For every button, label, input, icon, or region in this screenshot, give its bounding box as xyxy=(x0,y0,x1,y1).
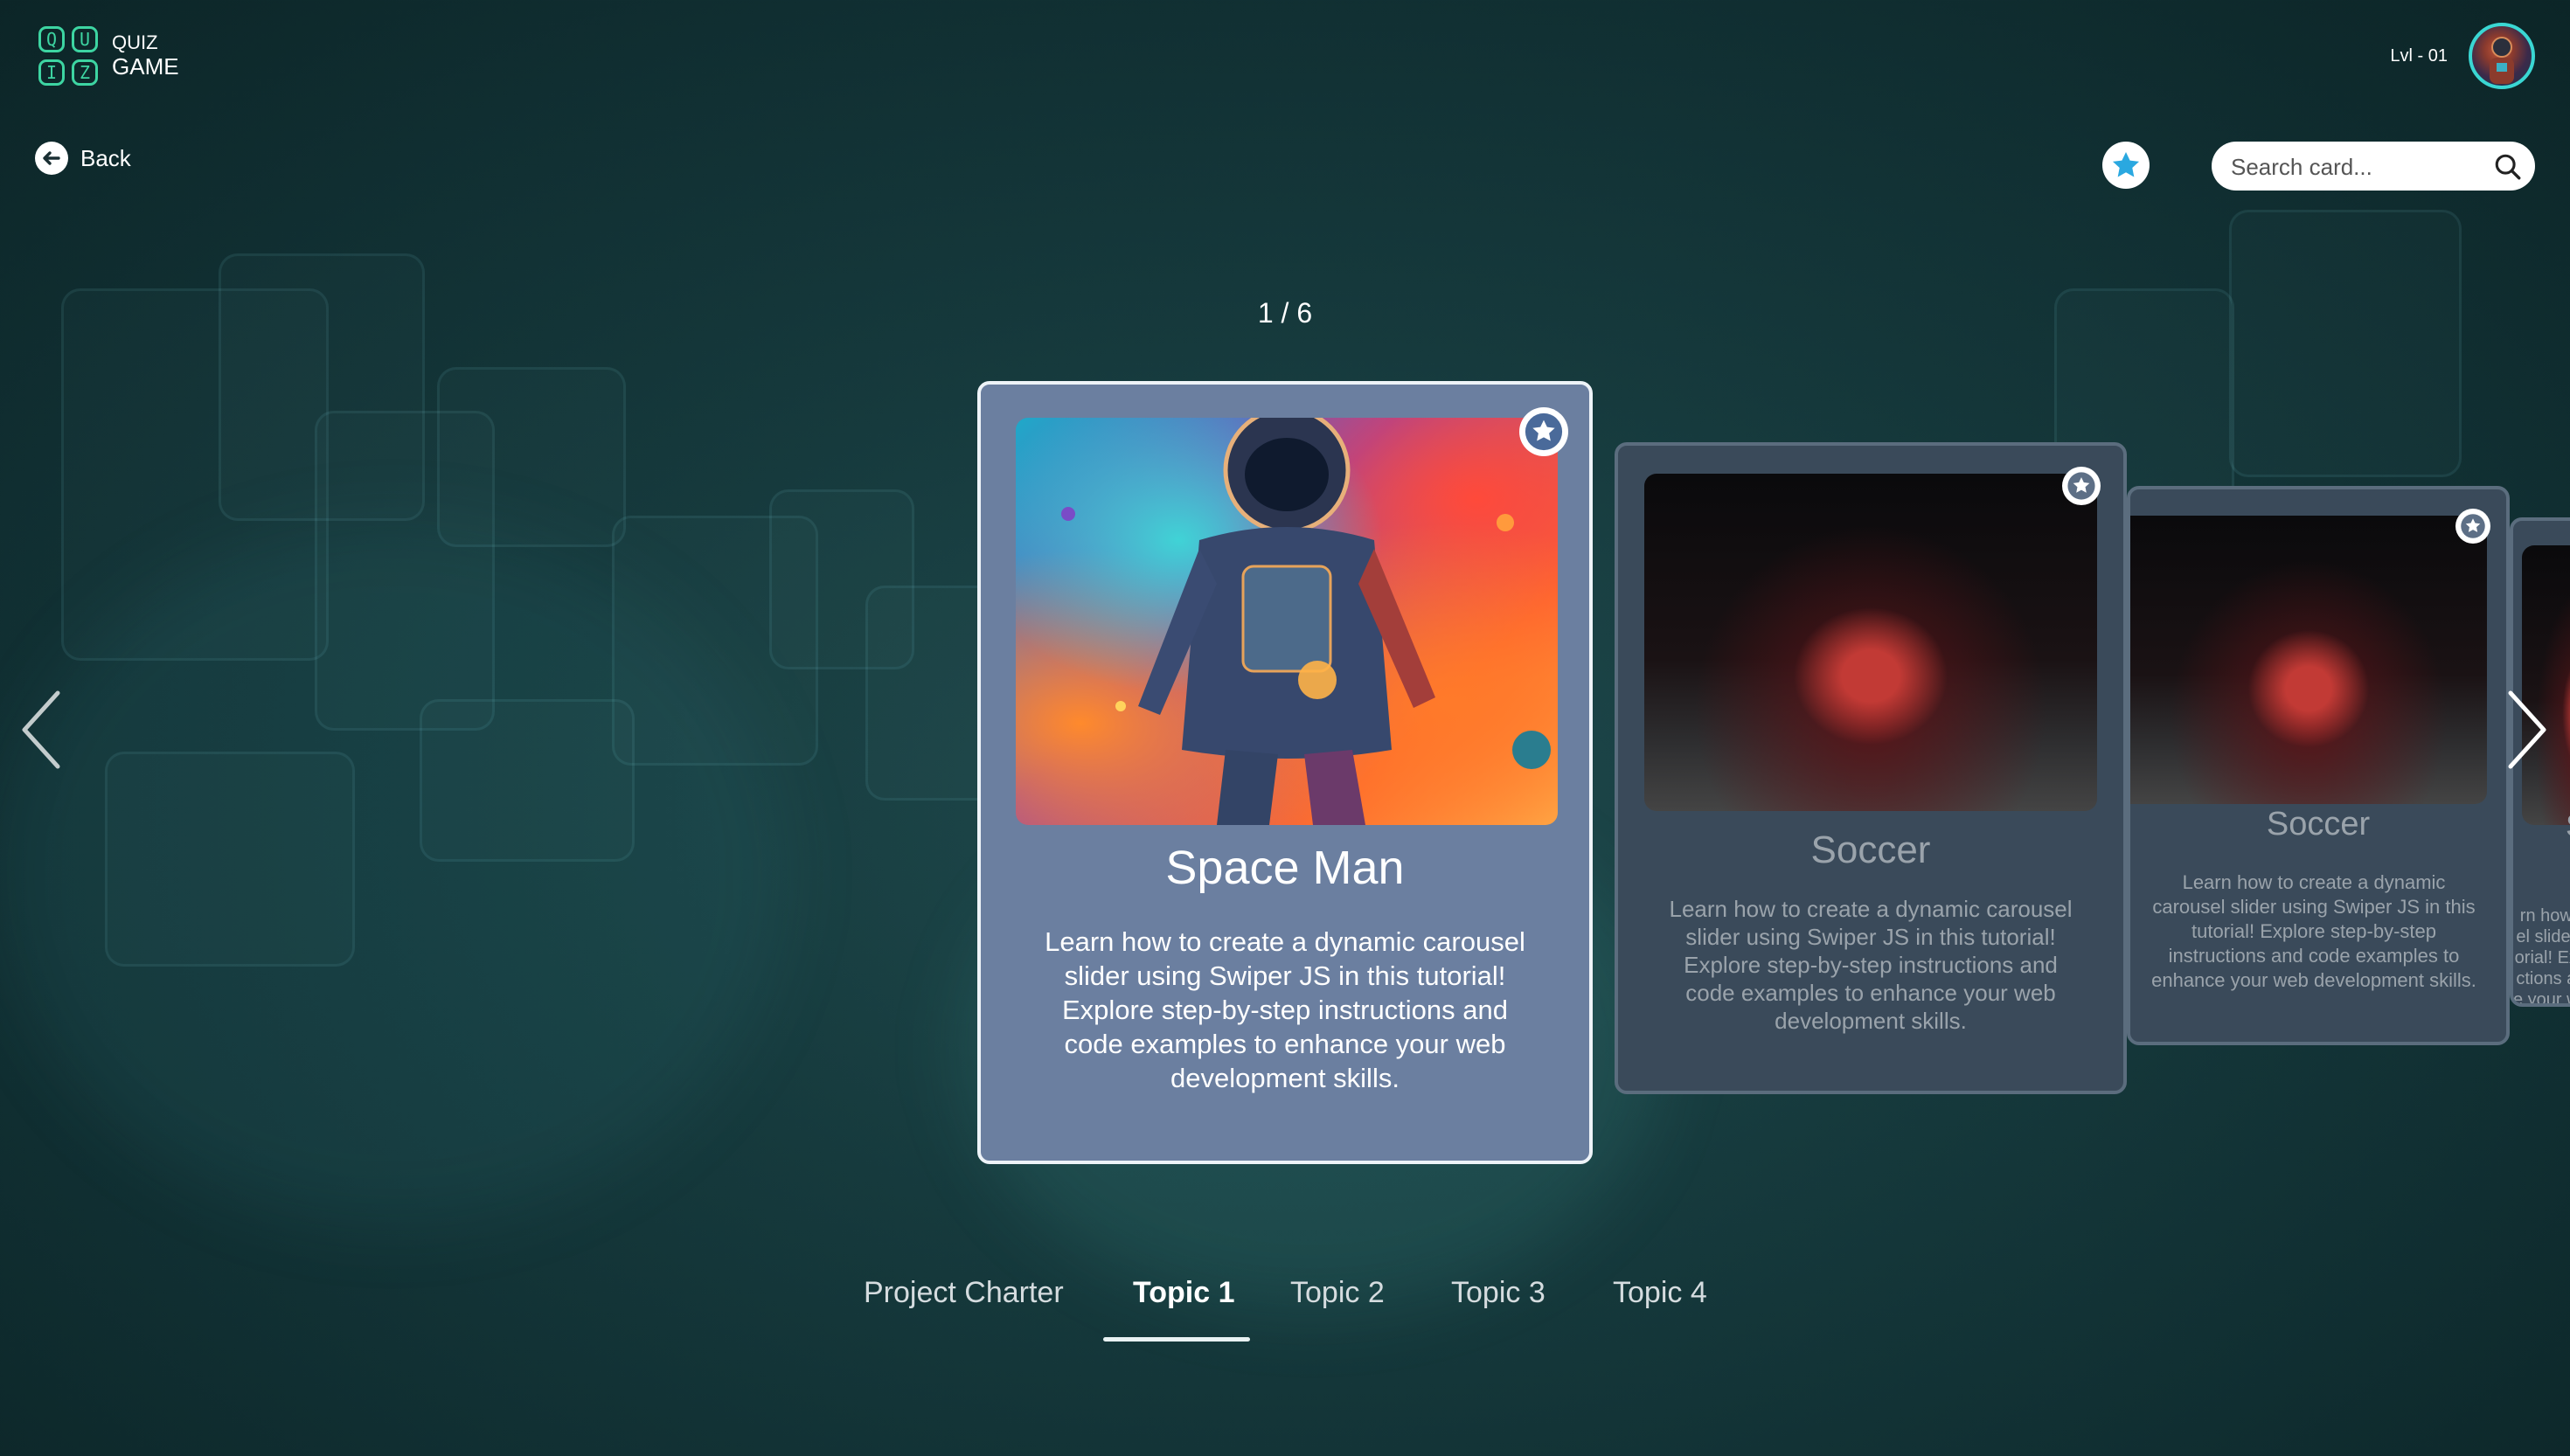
card-description-line: rn how xyxy=(2519,906,2570,926)
card-description-line: e your w xyxy=(2513,990,2570,1007)
next-slide-arrow-icon[interactable] xyxy=(2500,686,2553,773)
user-avatar[interactable] xyxy=(2469,23,2535,89)
card-description: rn how el slider orial! Ex ctions a e yo… xyxy=(2513,905,2570,1007)
card-description: Learn how to create a dynamic carousel s… xyxy=(2130,870,2497,993)
card-description: Learn how to create a dynamic carousel s… xyxy=(1669,896,2073,1034)
prev-slide-arrow-icon[interactable] xyxy=(16,686,68,773)
card-title: Soccer xyxy=(1810,829,1931,871)
card-title: Soccer xyxy=(2266,806,2371,842)
card-description-line: instructions and code examples to xyxy=(2168,945,2460,967)
card-description-line: ctions a xyxy=(2516,969,2570,988)
card-image xyxy=(1016,418,1558,825)
logo-letter: Z xyxy=(72,59,98,86)
carousel-card[interactable]: Soccer Learn how to create a dynamic car… xyxy=(2127,486,2510,1045)
carousel-card[interactable]: Soccer Learn how to create a dynamic car… xyxy=(1615,442,2127,1094)
card-description-line: el slider xyxy=(2516,927,2570,946)
search-bar xyxy=(2212,142,2535,192)
card-image xyxy=(1644,474,2097,811)
star-icon xyxy=(2067,472,2095,500)
logo-wordmark: QUIZ GAME xyxy=(112,31,179,80)
favorite-badge[interactable] xyxy=(1519,407,1568,456)
favorites-filter-button[interactable] xyxy=(2102,142,2150,189)
arrow-left-circle-icon xyxy=(35,142,68,175)
star-icon xyxy=(2112,151,2140,177)
tab-topic-3[interactable]: Topic 3 xyxy=(1451,1276,1545,1310)
card-description-line: tutorial! Explore step-by-step xyxy=(2191,920,2437,942)
star-icon xyxy=(2461,514,2485,538)
app-logo: Q U I Z QUIZ GAME xyxy=(38,26,179,86)
search-input[interactable] xyxy=(2229,142,2486,192)
carousel-card-active[interactable]: Space Man Learn how to create a dynamic … xyxy=(977,381,1593,1164)
logo-letter: U xyxy=(72,26,98,52)
logo-letter: I xyxy=(38,59,65,86)
back-label: Back xyxy=(80,144,131,171)
logo-line-1: QUIZ xyxy=(112,31,158,54)
level-label: Lvl - 01 xyxy=(2390,46,2448,66)
logo-line-2: GAME xyxy=(112,52,179,80)
favorite-badge[interactable] xyxy=(2062,467,2101,505)
card-title: Space Man xyxy=(1165,842,1405,894)
astronaut-illustration xyxy=(1061,418,1551,825)
card-image xyxy=(2522,545,2570,825)
logo-mark: Q U I Z xyxy=(38,26,98,86)
card-description-line: orial! Ex xyxy=(2514,948,2570,967)
tab-topic-1[interactable]: Topic 1 xyxy=(1133,1276,1235,1310)
card-image xyxy=(2130,516,2487,804)
active-tab-indicator xyxy=(1103,1337,1250,1342)
slide-counter: 1 / 6 xyxy=(1257,297,1313,329)
card-title: S xyxy=(2566,808,2570,844)
astronaut-avatar-icon xyxy=(2490,37,2514,84)
card-description-line: enhance your web development skills. xyxy=(2151,969,2476,991)
logo-letter: Q xyxy=(38,26,65,52)
star-icon xyxy=(1525,413,1563,451)
tab-topic-4[interactable]: Topic 4 xyxy=(1613,1276,1707,1310)
card-description: Learn how to create a dynamic carousel s… xyxy=(1045,926,1525,1093)
search-icon[interactable] xyxy=(2493,152,2523,182)
card-description-line: Learn how to create a dynamic xyxy=(2182,871,2446,893)
card-description-line: carousel slider using Swiper JS in this xyxy=(2152,896,2476,918)
tab-topic-2[interactable]: Topic 2 xyxy=(1290,1276,1385,1310)
favorite-badge[interactable] xyxy=(2455,509,2490,544)
back-button[interactable]: Back xyxy=(35,142,131,175)
tab-project-charter[interactable]: Project Charter xyxy=(864,1276,1064,1310)
